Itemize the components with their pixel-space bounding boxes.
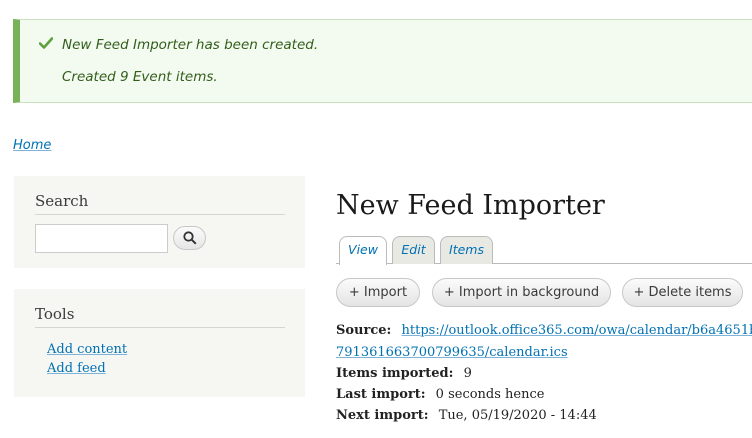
tab-view[interactable]: View <box>339 236 387 265</box>
items-imported-value: 9 <box>463 366 472 381</box>
source-label: Source: <box>336 323 392 338</box>
source-field-continued: 791361663700799635/calendar.ics <box>336 345 568 360</box>
next-import-value: Tue, 05/19/2020 - 14:44 <box>438 408 597 423</box>
check-icon <box>39 37 53 49</box>
search-input[interactable] <box>35 224 168 253</box>
page-title: New Feed Importer <box>336 190 605 221</box>
import-background-button[interactable]: + Import in background <box>432 278 611 307</box>
breadcrumb-home[interactable]: Home <box>13 138 51 153</box>
status-message-items: Created 9 Event items. <box>62 69 218 85</box>
add-content-link[interactable]: Add content <box>47 342 127 357</box>
search-block: Search <box>14 176 305 268</box>
source-field: Source: https://outlook.office365.com/ow… <box>336 323 752 338</box>
import-button[interactable]: + Import <box>336 278 420 307</box>
last-import-label: Last import: <box>336 387 426 402</box>
next-import-field: Next import: Tue, 05/19/2020 - 14:44 <box>336 408 597 423</box>
search-block-title: Search <box>35 192 89 210</box>
search-icon <box>183 231 197 245</box>
items-imported-label: Items imported: <box>336 366 454 381</box>
source-link-continued[interactable]: 791361663700799635/calendar.ics <box>336 345 568 360</box>
tab-items[interactable]: Items <box>440 236 493 264</box>
add-feed-link[interactable]: Add feed <box>47 361 106 376</box>
last-import-value: 0 seconds hence <box>435 387 545 402</box>
status-message-created: New Feed Importer has been created. <box>62 37 319 53</box>
last-import-field: Last import: 0 seconds hence <box>336 387 544 402</box>
items-imported-field: Items imported: 9 <box>336 366 472 381</box>
status-message: New Feed Importer has been created. Crea… <box>13 19 752 103</box>
next-import-label: Next import: <box>336 408 429 423</box>
tools-block: Tools Add content Add feed <box>14 289 305 397</box>
divider <box>35 214 285 215</box>
divider <box>35 327 285 328</box>
tools-block-title: Tools <box>35 305 75 323</box>
source-link[interactable]: https://outlook.office365.com/owa/calend… <box>402 323 752 338</box>
delete-items-button[interactable]: + Delete items <box>622 278 743 307</box>
tab-edit[interactable]: Edit <box>392 236 435 264</box>
search-button[interactable] <box>173 226 206 250</box>
